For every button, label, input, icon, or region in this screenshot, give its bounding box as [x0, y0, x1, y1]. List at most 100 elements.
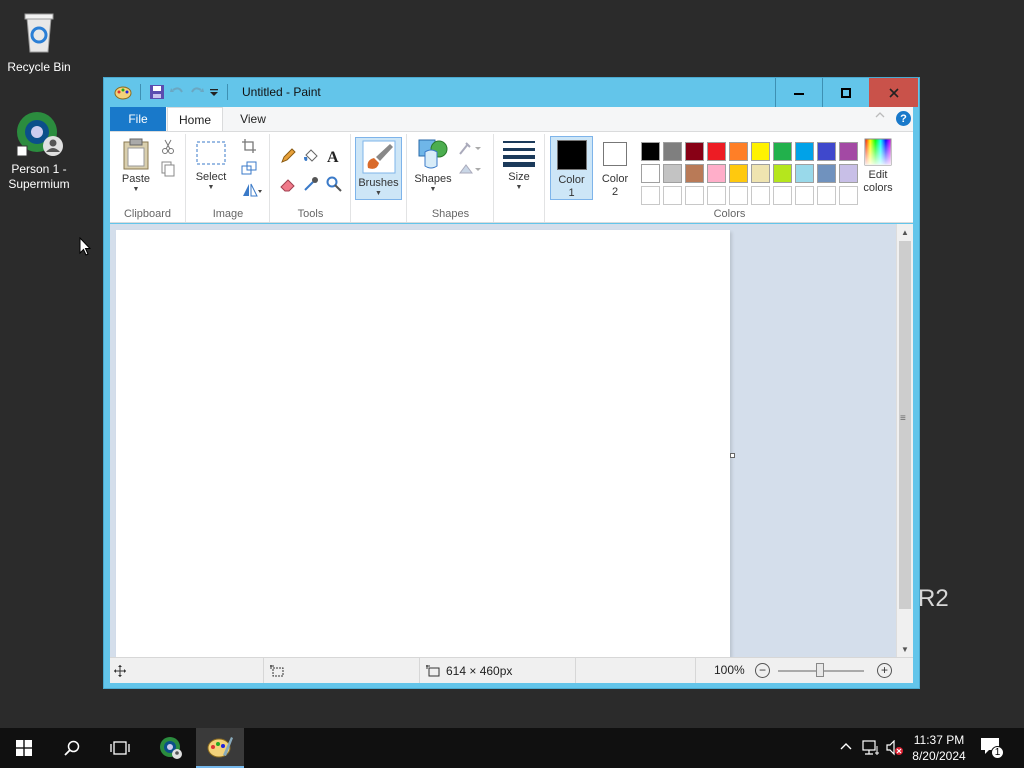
cut-icon[interactable] — [160, 139, 176, 155]
palette-swatch[interactable] — [751, 142, 770, 161]
tools-group: A Tools — [271, 134, 351, 222]
palette-swatch[interactable] — [641, 164, 660, 183]
save-icon[interactable] — [149, 84, 165, 100]
pencil-icon[interactable] — [280, 148, 296, 164]
palette-swatch[interactable] — [707, 142, 726, 161]
tab-home[interactable]: Home — [167, 107, 223, 132]
paste-button[interactable]: Paste ▼ — [118, 138, 154, 194]
drawing-canvas[interactable] — [116, 230, 730, 657]
close-button[interactable] — [869, 78, 918, 107]
select-label: Select — [195, 171, 227, 183]
file-size-cell — [576, 658, 696, 683]
crop-icon[interactable] — [241, 138, 257, 154]
chevron-down-icon: ▼ — [515, 184, 523, 191]
fill-icon[interactable] — [303, 148, 319, 164]
palette-swatch[interactable] — [817, 164, 836, 183]
size-button[interactable]: Size ▼ — [501, 140, 537, 192]
tab-file[interactable]: File — [110, 107, 166, 131]
color-picker-icon[interactable] — [303, 176, 319, 192]
palette-swatch[interactable] — [773, 164, 792, 183]
zoom-out-button[interactable]: − — [755, 663, 770, 678]
palette-swatch[interactable] — [729, 142, 748, 161]
custom-color-slot — [641, 186, 660, 205]
eraser-icon[interactable] — [280, 176, 296, 192]
shapes-button[interactable]: Shapes ▼ — [413, 138, 453, 194]
custom-color-slot — [795, 186, 814, 205]
color2-button[interactable]: Color 2 — [595, 136, 635, 200]
search-icon — [64, 740, 80, 756]
title-bar[interactable]: Untitled - Paint — [104, 78, 919, 107]
outline-icon[interactable] — [458, 140, 482, 156]
fill-shape-icon[interactable] — [458, 161, 482, 177]
palette-swatch[interactable] — [685, 142, 704, 161]
search-button[interactable] — [48, 728, 96, 768]
palette-swatch[interactable] — [817, 142, 836, 161]
canvas-size-text: 614 × 460px — [446, 663, 513, 678]
color1-button[interactable]: Color 1 — [550, 136, 593, 200]
task-view-button[interactable] — [96, 728, 144, 768]
custom-color-slot — [751, 186, 770, 205]
desktop-icon-label: Person 1 - Supermium — [8, 162, 70, 191]
zoom-slider-thumb[interactable] — [816, 663, 824, 677]
scroll-up-arrow[interactable]: ▲ — [897, 224, 913, 240]
network-icon[interactable] — [862, 740, 880, 756]
palette-swatch[interactable] — [641, 142, 660, 161]
rotate-icon[interactable] — [241, 182, 263, 198]
windows-logo-icon — [16, 740, 32, 756]
window-title: Untitled - Paint — [242, 85, 321, 99]
palette-swatch[interactable] — [795, 164, 814, 183]
palette-swatch[interactable] — [707, 164, 726, 183]
paste-label: Paste — [121, 173, 151, 185]
text-icon[interactable]: A — [326, 148, 342, 164]
system-clock[interactable]: 11:37 PM 8/20/2024 — [908, 732, 970, 764]
paste-icon — [123, 138, 149, 170]
taskbar: 11:37 PM 8/20/2024 1 — [0, 728, 1024, 768]
palette-swatch[interactable] — [795, 142, 814, 161]
paint-window: Untitled - Paint File Home View ? Paste … — [103, 77, 920, 689]
customize-toolbar-chevron-icon[interactable] — [209, 84, 219, 100]
minimize-button[interactable] — [775, 78, 822, 107]
notification-center-button[interactable]: 1 — [980, 737, 1006, 759]
desktop-icon-recycle-bin[interactable]: Recycle Bin — [1, 8, 77, 75]
palette-swatch[interactable] — [663, 142, 682, 161]
taskbar-paint[interactable] — [196, 728, 244, 768]
scrollbar-thumb[interactable] — [899, 241, 911, 609]
palette-swatch[interactable] — [729, 164, 748, 183]
custom-color-slot — [729, 186, 748, 205]
redo-icon[interactable] — [189, 84, 205, 100]
show-hidden-icons-chevron-icon[interactable] — [840, 740, 852, 754]
canvas-resize-handle-right[interactable] — [730, 453, 735, 458]
help-button[interactable]: ? — [896, 111, 911, 126]
canvas-area[interactable] — [110, 224, 896, 657]
selection-size-icon — [270, 664, 284, 676]
zoom-in-button[interactable]: + — [877, 663, 892, 678]
edit-colors-button[interactable]: Edit colors — [856, 138, 900, 195]
maximize-button[interactable] — [822, 78, 869, 107]
copy-icon[interactable] — [160, 161, 176, 177]
palette-swatch[interactable] — [663, 164, 682, 183]
start-button[interactable] — [0, 728, 48, 768]
palette-swatch[interactable] — [773, 142, 792, 161]
collapse-ribbon-icon[interactable] — [875, 110, 885, 120]
taskbar-supermium[interactable] — [147, 728, 195, 768]
recycle-bin-icon — [24, 13, 54, 53]
brushes-group: Brushes ▼ — [352, 134, 407, 222]
vertical-scrollbar[interactable]: ▲ ≡ ▼ — [896, 224, 913, 657]
palette-swatch[interactable] — [751, 164, 770, 183]
brushes-button[interactable]: Brushes ▼ — [355, 137, 402, 200]
tab-view[interactable]: View — [228, 107, 278, 131]
supermium-icon — [16, 112, 63, 157]
desktop-icon-supermium[interactable]: Person 1 - Supermium — [1, 110, 77, 192]
palette-swatch[interactable] — [685, 164, 704, 183]
move-cursor-icon — [114, 664, 126, 677]
scroll-down-arrow[interactable]: ▼ — [897, 641, 913, 657]
volume-muted-icon[interactable] — [886, 740, 904, 756]
paint-app-icon[interactable] — [114, 84, 132, 100]
undo-icon[interactable] — [169, 84, 185, 100]
colors-group-label: Colors — [713, 208, 746, 220]
zoom-level: 100% — [714, 663, 745, 677]
select-button[interactable]: Select ▼ — [193, 140, 229, 192]
magnifier-icon[interactable] — [326, 176, 342, 192]
resize-icon[interactable] — [241, 160, 257, 176]
shapes-group-label: Shapes — [431, 208, 470, 220]
